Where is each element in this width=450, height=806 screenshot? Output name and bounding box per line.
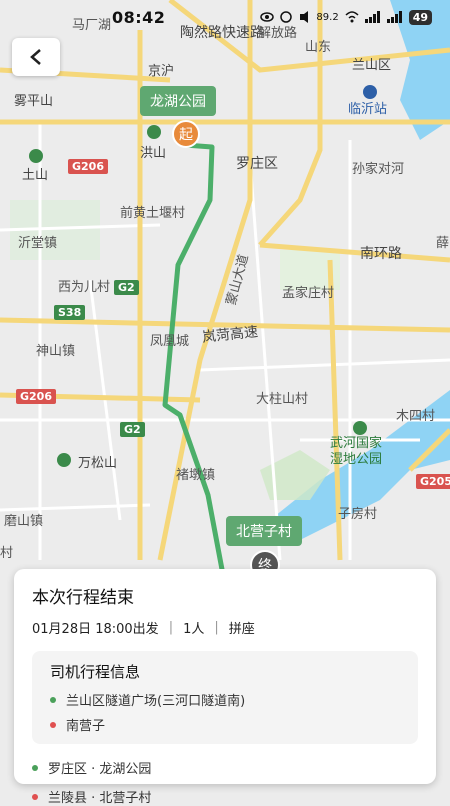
wifi-icon	[345, 11, 359, 23]
park-icon	[29, 149, 43, 163]
map-label: 雾平山	[14, 94, 54, 109]
park-icon	[147, 125, 161, 139]
map-label: 褚墩镇	[176, 468, 216, 483]
map-label: 孙家对河	[352, 162, 405, 177]
map-label: 薛	[436, 236, 450, 251]
map-label: 洪山	[140, 146, 167, 161]
trip-meta: 01月28日 18:00出发 | 1人 | 拼座	[32, 618, 418, 637]
driver-stop-end: 南营子	[50, 715, 400, 734]
road-badge: S38	[54, 305, 86, 320]
mute-icon	[300, 11, 309, 23]
status-time: 08:42	[112, 7, 166, 27]
map-label: 前黄土堰村	[120, 206, 186, 221]
trip-ride-type: 拼座	[228, 622, 255, 637]
passenger-stop-start: 罗庄区 · 龙湖公园	[32, 758, 418, 777]
map-label: 孟家庄村	[282, 286, 335, 301]
status-icons: 89.2 49	[260, 9, 432, 25]
map-label: 西为儿村	[58, 280, 111, 295]
park-icon	[57, 453, 71, 467]
start-dot-icon	[32, 764, 38, 771]
passenger-stop-end: 兰陵县 · 北营子村	[32, 787, 418, 806]
map-label: 山东	[305, 40, 332, 55]
road-badge: G206	[68, 159, 108, 174]
end-dot-icon	[32, 793, 38, 800]
end-location-tag[interactable]: 北营子村	[226, 516, 302, 546]
road-badge: G205	[416, 474, 450, 489]
trip-people: 1人	[183, 622, 205, 637]
stop-label: 罗庄区 · 龙湖公园	[48, 762, 152, 777]
stop-label: 兰山区隧道广场(三河口隧道南)	[66, 694, 246, 709]
trip-status-title: 本次行程结束	[32, 588, 134, 608]
trip-summary-card: 本次行程结束 01月28日 18:00出发 | 1人 | 拼座 司机行程信息 兰…	[14, 569, 436, 806]
map-label: 临沂站	[348, 102, 388, 117]
map-label: 神山镇	[36, 344, 76, 359]
driver-trip-title: 司机行程信息	[50, 663, 141, 681]
road-badge: G2	[120, 422, 145, 437]
map-label: 南环路	[360, 246, 402, 262]
driver-trip-info: 司机行程信息 兰山区隧道广场(三河口隧道南) 南营子	[32, 651, 418, 744]
map-label: 村	[0, 546, 14, 561]
driver-stop-start: 兰山区隧道广场(三河口隧道南)	[50, 690, 400, 709]
map-label: 凤凰城	[150, 334, 190, 349]
end-dot-icon	[50, 721, 56, 728]
train-station-icon	[363, 85, 377, 99]
stop-label: 南营子	[66, 719, 106, 734]
map-label: 磨山镇	[4, 514, 44, 529]
road-badge: G206	[16, 389, 56, 404]
map-label: 沂堂镇	[18, 236, 58, 251]
signal-icon	[386, 11, 402, 23]
back-button[interactable]	[12, 38, 60, 76]
park-icon	[353, 421, 367, 435]
map-label: 子房村	[338, 507, 378, 522]
network-speed: 89.2	[316, 11, 339, 23]
map-label: 万松山	[78, 456, 118, 471]
passenger-stops: 罗庄区 · 龙湖公园 兰陵县 · 北营子村	[32, 758, 418, 806]
chevron-left-icon	[30, 49, 41, 65]
alarm-icon	[280, 11, 293, 23]
start-dot-icon	[50, 696, 56, 703]
map-label: 木四村	[396, 409, 436, 424]
map-label: 兰山区	[352, 58, 392, 73]
trip-date: 01月28日 18:00出发	[32, 622, 159, 637]
map-label: 罗庄区	[236, 156, 278, 172]
meta-separator: |	[214, 620, 219, 635]
stop-label: 兰陵县 · 北营子村	[48, 791, 152, 806]
map-label: 土山	[22, 168, 49, 183]
start-marker[interactable]: 起	[172, 120, 200, 148]
map-label: 武河国家湿地公园	[330, 436, 383, 467]
road-badge: G2	[114, 280, 139, 295]
signal-icon	[364, 11, 380, 23]
map-label: 大柱山村	[256, 392, 309, 407]
eye-icon	[260, 12, 275, 22]
map-label: 京沪	[148, 64, 175, 79]
status-bar: 08:42 89.2 49	[0, 0, 450, 34]
battery-indicator: 49	[408, 9, 432, 25]
meta-separator: |	[168, 620, 174, 635]
start-location-tag[interactable]: 龙湖公园	[140, 86, 216, 116]
